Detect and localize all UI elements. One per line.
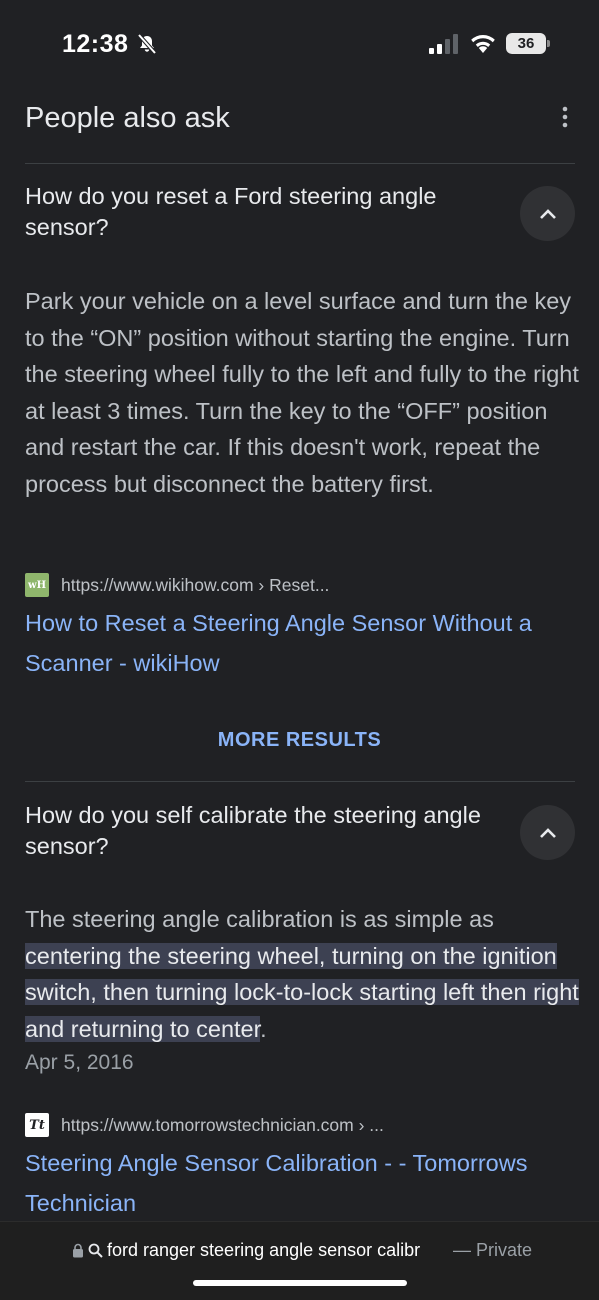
source-url: https://www.wikihow.com › Reset...: [61, 574, 330, 595]
wikihow-favicon-icon: wH: [25, 573, 49, 597]
address-query[interactable]: ford ranger steering angle sensor calibr: [107, 1240, 449, 1261]
question-2[interactable]: How do you self calibrate the steering a…: [25, 800, 495, 862]
battery-level: 36: [517, 35, 535, 52]
source-row-1[interactable]: wH https://www.wikihow.com › Reset...: [25, 573, 329, 597]
address-bar[interactable]: ford ranger steering angle sensor calibr…: [0, 1221, 599, 1300]
answer-highlight: centering the steering wheel, turning on…: [25, 942, 579, 1042]
more-options-icon[interactable]: [554, 104, 576, 130]
answer-date: Apr 5, 2016: [25, 1051, 134, 1074]
answer-1: Park your vehicle on a level surface and…: [25, 288, 579, 497]
private-label: — Private: [453, 1240, 533, 1260]
status-bar: 12:38 36: [0, 0, 599, 90]
source-row-2[interactable]: Tt https://www.tomorrowstechnician.com ›…: [25, 1113, 384, 1137]
section-title: People also ask: [25, 102, 230, 134]
home-indicator[interactable]: [193, 1280, 407, 1286]
collapse-button-1[interactable]: [520, 186, 575, 241]
search-icon: [88, 1243, 103, 1258]
cell-signal-icon: [429, 34, 458, 54]
more-results-button[interactable]: MORE RESULTS: [0, 729, 599, 752]
divider: [25, 163, 575, 164]
answer-end: .: [260, 1015, 267, 1042]
answer-2: The steering angle calibration is as sim…: [25, 901, 580, 1047]
source-url: https://www.tomorrowstechnician.com › ..…: [61, 1114, 384, 1135]
collapse-button-2[interactable]: [520, 805, 575, 860]
bell-muted-icon: [137, 33, 157, 55]
tomorrows-technician-favicon-icon: Tt: [25, 1113, 49, 1137]
divider: [25, 781, 575, 782]
status-time: 12:38: [62, 30, 129, 58]
chevron-up-icon: [539, 827, 556, 838]
lock-icon: [73, 1243, 83, 1258]
question-1[interactable]: How do you reset a Ford steering angle s…: [25, 181, 495, 243]
wifi-icon: [471, 35, 495, 53]
answer-text: The steering angle calibration is as sim…: [25, 906, 494, 932]
result-link-1[interactable]: How to Reset a Steering Angle Sensor Wit…: [25, 604, 580, 683]
battery-indicator: 36: [506, 33, 550, 54]
result-link-2[interactable]: Steering Angle Sensor Calibration - - To…: [25, 1144, 580, 1223]
chevron-up-icon: [539, 208, 556, 219]
